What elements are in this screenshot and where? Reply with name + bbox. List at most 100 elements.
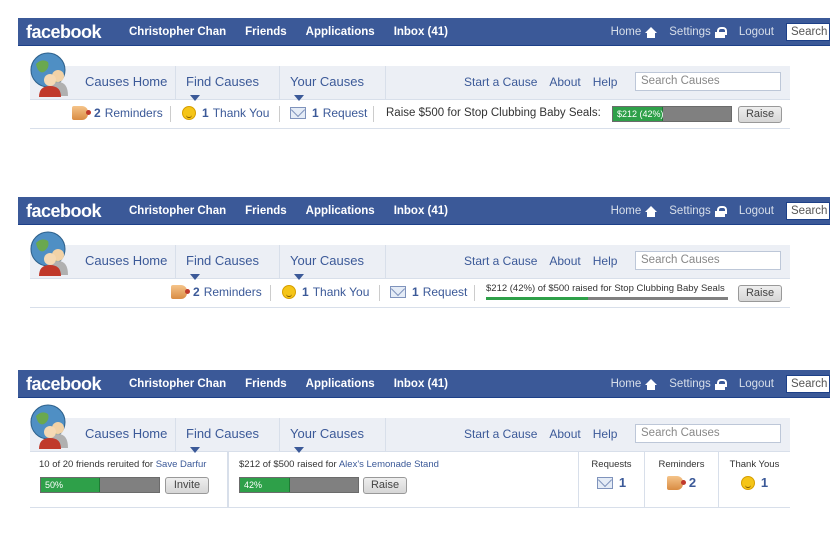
- request-label: Request: [322, 106, 368, 120]
- nav-friends[interactable]: Friends: [245, 378, 287, 390]
- about-link[interactable]: About: [549, 427, 580, 441]
- recruit-cause-link[interactable]: Save Darfur: [156, 459, 207, 470]
- nav-applications[interactable]: Applications: [306, 378, 375, 390]
- lock-icon: [714, 378, 727, 390]
- raise-progress-bar: 42%: [239, 477, 359, 493]
- facebook-logo[interactable]: facebook: [26, 374, 102, 395]
- your-causes-label: Your Causes: [290, 74, 364, 89]
- causes-home-link[interactable]: Causes Home: [85, 426, 167, 441]
- causes-nav: Causes Home Find Causes Your Causes Star…: [30, 404, 790, 453]
- find-causes-label: Find Causes: [186, 74, 259, 89]
- your-causes-tab[interactable]: Your Causes: [279, 66, 386, 101]
- requests-label: Requests: [591, 459, 632, 470]
- nav-applications[interactable]: Applications: [306, 205, 375, 217]
- progress-text: $212 (42%) of $500 raised for Stop Clubb…: [486, 283, 725, 294]
- request-label: Request: [422, 285, 468, 299]
- start-cause-link[interactable]: Start a Cause: [464, 254, 537, 268]
- facebook-top-bar: facebook Christopher Chan Friends Applic…: [18, 18, 830, 46]
- thanks-label: Thank You: [312, 285, 370, 299]
- thank-you-link[interactable]: 1 Thank You: [182, 106, 269, 120]
- facebook-logo[interactable]: facebook: [26, 201, 102, 222]
- nav-inbox[interactable]: Inbox (41): [394, 378, 448, 390]
- find-causes-tab[interactable]: Find Causes: [175, 245, 279, 280]
- find-causes-tab[interactable]: Find Causes: [175, 66, 279, 101]
- start-cause-link[interactable]: Start a Cause: [464, 427, 537, 441]
- logout-link[interactable]: Logout: [739, 205, 774, 217]
- settings-link[interactable]: Settings: [669, 26, 711, 38]
- help-link[interactable]: Help: [593, 254, 618, 268]
- recruit-panel: 10 of 20 friends reruited for Save Darfu…: [30, 452, 228, 507]
- invite-button[interactable]: Invite: [165, 477, 209, 494]
- thank-you-link[interactable]: 1 Thank You: [282, 285, 369, 299]
- thanks-count: 1: [760, 475, 769, 490]
- home-link[interactable]: Home: [611, 26, 642, 38]
- causes-globe-icon: [30, 231, 68, 276]
- thanks-label: Thank Yous: [729, 459, 780, 470]
- nav-profile[interactable]: Christopher Chan: [129, 26, 226, 38]
- start-cause-link[interactable]: Start a Cause: [464, 75, 537, 89]
- search-causes-input[interactable]: Search Causes: [635, 251, 781, 270]
- divider: [373, 106, 374, 122]
- envelope-icon: [290, 107, 306, 119]
- your-causes-label: Your Causes: [290, 426, 364, 441]
- nav-inbox[interactable]: Inbox (41): [394, 205, 448, 217]
- facebook-nav: Christopher Chan Friends Applications In…: [129, 26, 467, 38]
- settings-link[interactable]: Settings: [669, 378, 711, 390]
- requests-count: 1: [618, 475, 627, 490]
- reminders-label: Reminders: [104, 106, 163, 120]
- settings-link[interactable]: Settings: [669, 205, 711, 217]
- help-link[interactable]: Help: [593, 427, 618, 441]
- thank-yous-stat[interactable]: Thank Yous 1: [718, 452, 790, 507]
- about-link[interactable]: About: [549, 75, 580, 89]
- nav-friends[interactable]: Friends: [245, 26, 287, 38]
- request-link[interactable]: 1 Request: [390, 285, 467, 299]
- reminders-link[interactable]: 2 Reminders: [171, 285, 262, 299]
- raise-button[interactable]: Raise: [363, 477, 407, 494]
- home-icon: [645, 26, 658, 38]
- search-causes-input[interactable]: Search Causes: [635, 424, 781, 443]
- raise-button[interactable]: Raise: [738, 285, 782, 302]
- nav-friends[interactable]: Friends: [245, 205, 287, 217]
- about-link[interactable]: About: [549, 254, 580, 268]
- facebook-logo[interactable]: facebook: [26, 22, 102, 43]
- raise-progress: $212 (42%) of $500 raised for Stop Clubb…: [486, 283, 728, 300]
- facebook-top-bar: facebook Christopher Chan Friends Applic…: [18, 197, 830, 225]
- raise-button[interactable]: Raise: [738, 106, 782, 123]
- reminders-link[interactable]: 2 Reminders: [72, 106, 163, 120]
- help-link[interactable]: Help: [593, 75, 618, 89]
- nav-inbox[interactable]: Inbox (41): [394, 26, 448, 38]
- causes-status-bar: 2 Reminders 1 Thank You 1 Request $212 (42%…: [30, 279, 790, 308]
- nav-profile[interactable]: Christopher Chan: [129, 378, 226, 390]
- reminders-stat[interactable]: Reminders 2: [644, 452, 718, 507]
- lock-icon: [714, 26, 727, 38]
- causes-home-link[interactable]: Causes Home: [85, 253, 167, 268]
- nav-profile[interactable]: Christopher Chan: [129, 205, 226, 217]
- causes-header: Causes Home Find Causes Your Causes Star…: [30, 231, 790, 308]
- causes-links: Start a Cause About Help: [464, 75, 629, 89]
- divider: [474, 285, 475, 301]
- facebook-search-input[interactable]: Search: [786, 202, 830, 220]
- request-link[interactable]: 1 Request: [290, 106, 367, 120]
- facebook-search-input[interactable]: Search: [786, 23, 830, 41]
- facebook-search-input[interactable]: Search: [786, 375, 830, 393]
- find-causes-tab[interactable]: Find Causes: [175, 418, 279, 453]
- reminders-count: 2: [688, 475, 697, 490]
- raise-caption: $212 of $500 raised for Alex's Lemonade …: [239, 459, 439, 470]
- progress-text: $212 (42%): [617, 109, 664, 119]
- requests-stat[interactable]: Requests 1: [578, 452, 644, 507]
- your-causes-tab[interactable]: Your Causes: [279, 418, 386, 453]
- causes-variant-2: facebook Christopher Chan Friends Applic…: [0, 197, 830, 308]
- causes-home-link[interactable]: Causes Home: [85, 74, 167, 89]
- facebook-nav: Christopher Chan Friends Applications In…: [129, 205, 467, 217]
- your-causes-tab[interactable]: Your Causes: [279, 245, 386, 280]
- your-causes-label: Your Causes: [290, 253, 364, 268]
- request-count: 1: [312, 106, 319, 120]
- home-link[interactable]: Home: [611, 205, 642, 217]
- nav-applications[interactable]: Applications: [306, 26, 375, 38]
- logout-link[interactable]: Logout: [739, 378, 774, 390]
- logout-link[interactable]: Logout: [739, 26, 774, 38]
- raise-cause-link[interactable]: Alex's Lemonade Stand: [339, 459, 439, 470]
- facebook-top-bar: facebook Christopher Chan Friends Applic…: [18, 370, 830, 398]
- home-link[interactable]: Home: [611, 378, 642, 390]
- search-causes-input[interactable]: Search Causes: [635, 72, 781, 91]
